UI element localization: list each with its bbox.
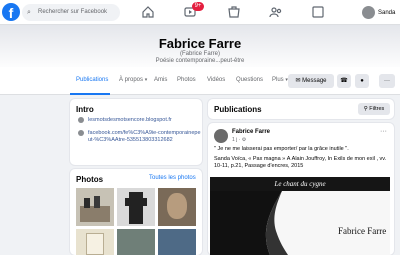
message-button[interactable]: ✉ Message — [288, 74, 334, 88]
notification-badge: 9+ — [192, 2, 204, 11]
messenger-icon: ✉ — [295, 78, 301, 84]
profile-tab-bar: Publications À propos ▾ Amis Photos Vidé… — [0, 67, 400, 95]
post-line-1: " Je ne me laisserai pas emporter/ par l… — [214, 146, 349, 152]
all-photos-link[interactable]: Toutes les photos — [149, 175, 196, 181]
tab-videos[interactable]: Vidéos — [207, 77, 225, 83]
search-input[interactable]: ⌕ Rechercher sur Facebook — [22, 4, 120, 21]
tab-more[interactable]: Plus ▾ — [272, 77, 288, 83]
profile-name: Fabrice Farre — [158, 36, 242, 51]
photos-card: Photos Toutes les photos — [70, 169, 202, 255]
person-icon: ● — [360, 78, 364, 84]
photo-thumbnail-5[interactable] — [117, 229, 155, 255]
friend-button[interactable]: ● — [355, 74, 369, 88]
profile-bio: Poésie contemporaine...peut-être — [155, 58, 245, 64]
phone-icon: ☎ — [340, 78, 348, 84]
filter-icon: ⚲ — [363, 106, 368, 112]
post-line-3: 10-11, p.21, Passage d'encres, 2015 — [214, 163, 304, 169]
marketplace-icon[interactable] — [226, 4, 242, 20]
more-options-button[interactable]: ··· — [379, 74, 395, 88]
groups-icon[interactable] — [268, 4, 284, 20]
tab-publications[interactable]: Publications — [76, 77, 108, 83]
photo-thumbnail-1[interactable] — [76, 188, 114, 226]
photo-thumbnail-2[interactable] — [117, 188, 155, 226]
call-button[interactable]: ☎ — [337, 74, 351, 88]
search-placeholder: Rechercher sur Facebook — [38, 9, 108, 15]
ellipsis-icon: ··· — [384, 78, 390, 84]
photo-thumbnail-3[interactable] — [158, 188, 196, 226]
post-image[interactable]: Fabrice Farre — [210, 191, 390, 255]
post-author-name[interactable]: Fabrice Farre — [232, 129, 270, 135]
top-navigation-bar: f ⌕ Rechercher sur Facebook 9+ Sanda — [0, 0, 400, 25]
active-tab-indicator — [70, 93, 110, 95]
profile-alt-name: (Fabrice Farre) — [179, 51, 220, 57]
post-options-icon[interactable]: ··· — [380, 128, 387, 135]
post-line-2: Sanda Voïca, « Pax magna » À Alain Jouff… — [214, 156, 387, 162]
profile-chip-name: Sanda — [378, 9, 396, 16]
profile-chip[interactable]: Sanda — [362, 4, 395, 21]
chevron-down-icon: ▾ — [144, 77, 148, 83]
globe-icon — [78, 117, 84, 123]
filters-button[interactable]: ⚲ Filtres — [358, 103, 390, 115]
facebook-logo[interactable]: f — [2, 3, 20, 21]
tab-photos[interactable]: Photos — [177, 77, 196, 83]
intro-title: Intro — [76, 105, 94, 114]
tab-about[interactable]: À propos ▾ — [119, 77, 147, 83]
publications-title: Publications — [214, 105, 262, 114]
post-author-avatar[interactable] — [214, 129, 228, 143]
intro-card: Intro lesmotsdesmotsencore.blogspot.fr f… — [70, 99, 202, 165]
avatar — [362, 6, 375, 19]
menu-icon[interactable] — [310, 4, 326, 20]
globe-icon — [78, 130, 84, 136]
post-image-banner: Le chant du cygne — [210, 177, 390, 191]
post-image-art — [210, 191, 288, 255]
post-image-text: Fabrice Farre — [338, 226, 387, 236]
home-icon[interactable] — [140, 4, 156, 20]
tab-questions[interactable]: Questions — [236, 77, 263, 83]
photos-title: Photos — [76, 175, 104, 184]
tab-friends[interactable]: Amis — [154, 77, 167, 83]
post-meta: 1 j · ⚙ — [232, 137, 247, 143]
search-icon: ⌕ — [27, 9, 31, 16]
publications-header-card: Publications ⚲ Filtres — [208, 99, 394, 119]
photo-thumbnail-6[interactable] — [158, 229, 196, 255]
photo-thumbnail-4[interactable] — [76, 229, 114, 255]
